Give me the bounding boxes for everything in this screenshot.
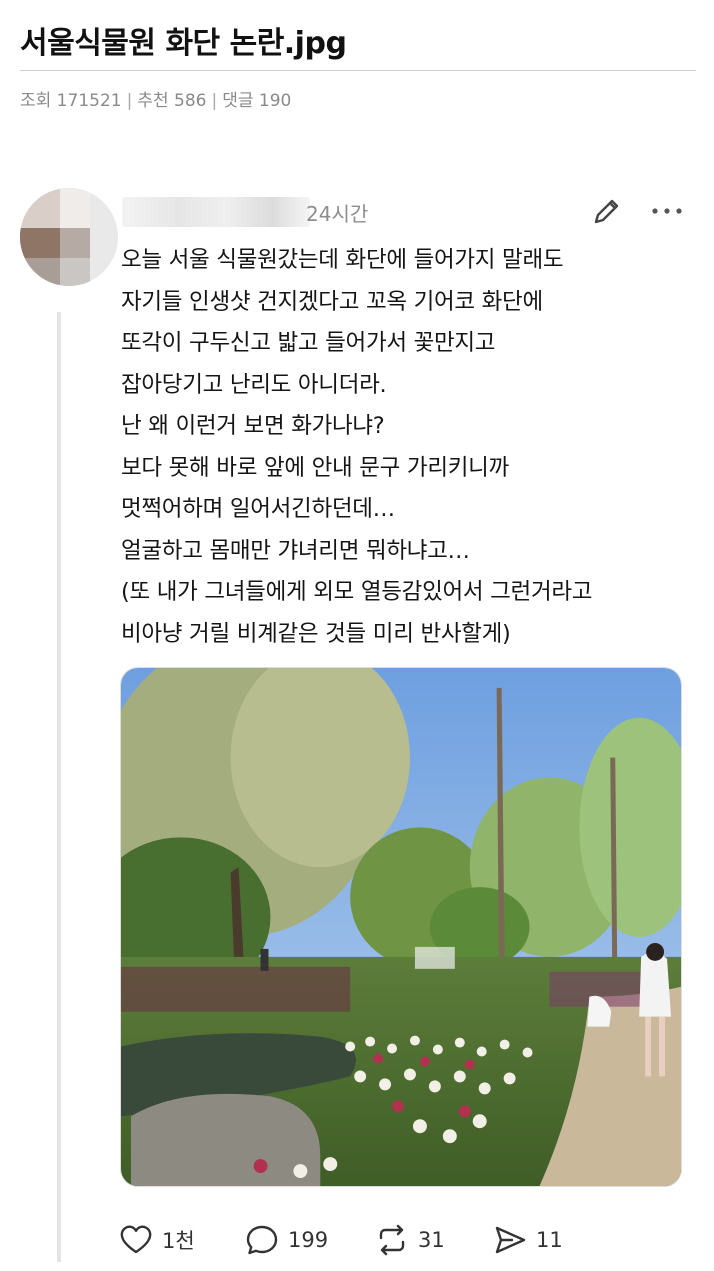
avatar[interactable] [20,188,118,286]
post-title: 서울식물원 화단 논란.jpg [20,26,347,61]
reply-button[interactable]: 199 [244,1218,328,1262]
tweet-line: 오늘 서울 식물원갔는데 화단에 들어가지 말래도 [121,247,564,273]
tweet-line: 또각이 구두신고 밟고 들어가서 꽃만지고 [121,330,496,356]
post-meta: 조회 171521 | 추천 586 | 댓글 190 [20,86,291,111]
share-button[interactable]: 11 [492,1218,563,1262]
tweet-actions: 1천 199 31 11 [0,1218,714,1262]
thread-line [57,312,61,1262]
garden-photo[interactable] [120,667,682,1187]
meta-separator: | [126,91,133,111]
share-count: 11 [536,1228,563,1252]
like-button[interactable]: 1천 [118,1218,195,1262]
meta-separator: | [211,91,218,111]
like-count: 1천 [162,1229,195,1253]
timestamp: 24시간 [306,202,369,226]
tweet-body: 오늘 서울 식물원갔는데 화단에 들어가지 말래도 자기들 인생샷 건지겠다고 … [121,240,701,655]
pencil-icon[interactable] [590,194,624,228]
author-name-blurred[interactable] [122,197,310,227]
recommend-count: 추천 586 [137,91,207,111]
tweet-line: 난 왜 이런거 보면 화가나냐? [121,413,385,439]
speech-bubble-icon [246,1225,278,1255]
repost-icon [379,1224,405,1256]
view-count: 조회 171521 [20,91,122,111]
reply-count: 199 [288,1228,329,1252]
tweet-line: 얼굴하고 몸매만 갸녀리면 뭐하냐고… [121,537,470,564]
repost-button[interactable]: 31 [374,1218,445,1262]
tweet-line: (또 내가 그녀들에게 외모 열등감있어서 그런거라고 [121,579,593,605]
garden-photo-illustration [121,668,681,1186]
send-icon [495,1226,526,1254]
tweet-line: 비아냥 거릴 비계같은 것들 미리 반사할게) [121,620,511,647]
more-dots-icon[interactable] [650,200,684,222]
tweet-line: 자기들 인생샷 건지겠다고 꼬옥 기어코 화단에 [121,288,543,315]
comment-count: 댓글 190 [222,91,292,111]
title-divider [20,70,696,71]
tweet-line: 멋쩍어하며 일어서긴하던데… [121,496,395,522]
tweet-line: 보다 못해 바로 앞에 안내 문구 가리키니까 [121,454,509,481]
repost-count: 31 [418,1228,445,1252]
heart-icon [120,1225,152,1254]
tweet-line: 잡아당기고 난리도 아니더라. [121,371,387,398]
